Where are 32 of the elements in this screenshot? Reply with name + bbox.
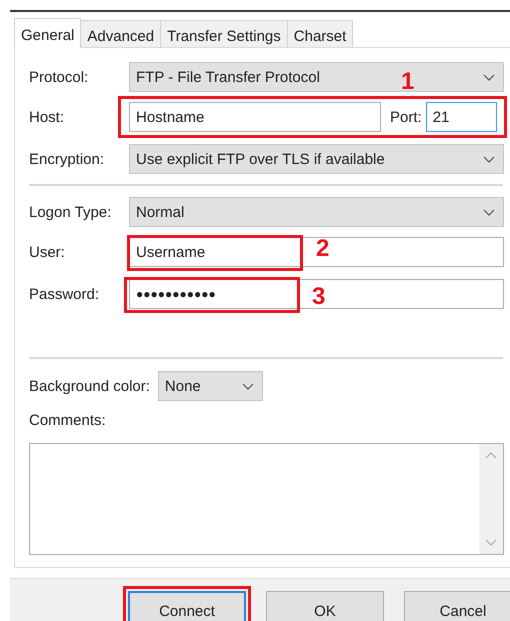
dialog-button[interactable]: OK	[266, 591, 384, 621]
input-field[interactable]: Hostname	[129, 102, 381, 132]
dialog-button[interactable]: Connect	[128, 591, 246, 621]
background-color-dropdown[interactable]: None	[158, 371, 263, 401]
annotation-number: 3	[312, 285, 326, 309]
field-label: Background color:	[29, 378, 150, 394]
field-label: Host:	[29, 108, 66, 126]
field-label: Protocol:	[29, 68, 90, 86]
chevron-down-icon	[483, 156, 495, 162]
tab[interactable]: Transfer Settings	[160, 20, 288, 47]
tab[interactable]: Advanced	[80, 20, 162, 47]
dialog-button[interactable]: Cancel	[404, 591, 510, 621]
tab[interactable]: Charset	[286, 20, 354, 47]
field-label: User:	[29, 244, 66, 260]
chevron-down-icon	[242, 382, 254, 390]
comments-textarea[interactable]	[29, 443, 504, 555]
tab[interactable]: General	[14, 18, 82, 48]
field-label: Port:	[390, 108, 422, 126]
scroll-down-icon	[485, 539, 497, 546]
scroll-up-icon	[485, 452, 497, 459]
field-label: Comments:	[29, 412, 107, 431]
logon-type-dropdown[interactable]: Normal	[129, 197, 504, 227]
field-label: Encryption:	[29, 150, 106, 168]
annotation-number: 2	[316, 237, 330, 261]
chevron-down-icon	[483, 208, 495, 216]
scrollbar[interactable]	[479, 444, 503, 554]
field-label: Password:	[29, 286, 100, 302]
field-label: Logon Type:	[29, 204, 112, 220]
chevron-down-icon	[483, 74, 495, 80]
annotation-number: 1	[401, 70, 414, 94]
encryption-dropdown[interactable]: Use explicit FTP over TLS if available	[129, 144, 504, 174]
input-field[interactable]: 21	[426, 102, 497, 132]
